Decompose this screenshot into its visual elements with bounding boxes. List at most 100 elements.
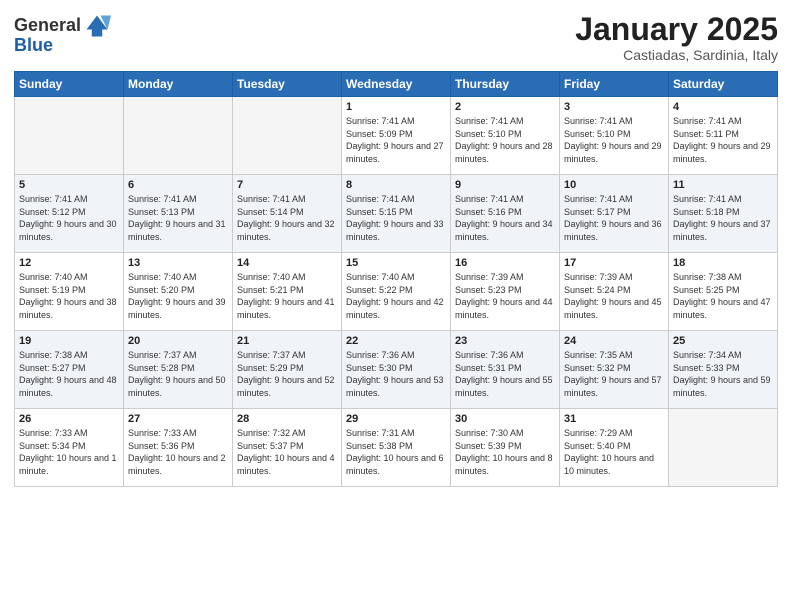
calendar-cell: 18 Sunrise: 7:38 AM Sunset: 5:25 PM Dayli… [669,253,778,331]
calendar-cell: 16 Sunrise: 7:39 AM Sunset: 5:23 PM Dayli… [451,253,560,331]
page: General Blue January 2025 Castiadas, Sar… [0,0,792,612]
month-title: January 2025 [575,12,778,47]
logo-general-text: General [14,16,81,36]
calendar-cell: 8Sunrise: 7:41 AM Sunset: 5:15 PM Daylig… [342,175,451,253]
day-number: 26 [19,413,119,425]
calendar-cell [233,97,342,175]
day-info: Sunrise: 7:34 AM Sunset: 5:33 PM Dayligh… [673,349,773,399]
calendar-cell: 31 Sunrise: 7:29 AM Sunset: 5:40 PM Dayli… [560,409,669,487]
day-info: Sunrise: 7:41 AM Sunset: 5:09 PM Dayligh… [346,115,446,165]
day-number: 13 [128,257,228,269]
logo-icon [83,12,111,40]
calendar-table: SundayMondayTuesdayWednesdayThursdayFrid… [14,71,778,487]
day-info: Sunrise: 7:32 AM Sunset: 5:37 PM Dayligh… [237,427,337,477]
calendar-cell: 23 Sunrise: 7:36 AM Sunset: 5:31 PM Dayli… [451,331,560,409]
weekday-header-friday: Friday [560,72,669,97]
calendar-week-row: 19Sunrise: 7:38 AM Sunset: 5:27 PM Dayli… [15,331,778,409]
day-number: 7 [237,179,337,191]
day-info: Sunrise: 7:41 AM Sunset: 5:12 PM Dayligh… [19,193,119,243]
calendar-cell: 14Sunrise: 7:40 AM Sunset: 5:21 PM Dayli… [233,253,342,331]
calendar-cell: 5Sunrise: 7:41 AM Sunset: 5:12 PM Daylig… [15,175,124,253]
calendar-cell: 29 Sunrise: 7:31 AM Sunset: 5:38 PM Dayli… [342,409,451,487]
calendar-cell: 19Sunrise: 7:38 AM Sunset: 5:27 PM Dayli… [15,331,124,409]
day-number: 21 [237,335,337,347]
day-number: 17 [564,257,664,269]
day-info: Sunrise: 7:30 AM Sunset: 5:39 PM Dayligh… [455,427,555,477]
calendar-cell: 4 Sunrise: 7:41 AM Sunset: 5:11 PM Daylig… [669,97,778,175]
day-number: 8 [346,179,446,191]
day-info: Sunrise: 7:41 AM Sunset: 5:18 PM Dayligh… [673,193,773,243]
day-number: 31 [564,413,664,425]
day-info: Sunrise: 7:39 AM Sunset: 5:24 PM Dayligh… [564,271,664,321]
title-block: January 2025 Castiadas, Sardinia, Italy [575,12,778,63]
day-info: Sunrise: 7:39 AM Sunset: 5:23 PM Dayligh… [455,271,555,321]
day-number: 27 [128,413,228,425]
day-number: 29 [346,413,446,425]
day-info: Sunrise: 7:29 AM Sunset: 5:40 PM Dayligh… [564,427,664,477]
calendar-cell: 10 Sunrise: 7:41 AM Sunset: 5:17 PM Dayli… [560,175,669,253]
day-number: 2 [455,101,555,113]
day-number: 4 [673,101,773,113]
day-info: Sunrise: 7:31 AM Sunset: 5:38 PM Dayligh… [346,427,446,477]
day-number: 12 [19,257,119,269]
calendar-cell: 26 Sunrise: 7:33 AM Sunset: 5:34 PM Dayli… [15,409,124,487]
weekday-header-row: SundayMondayTuesdayWednesdayThursdayFrid… [15,72,778,97]
calendar-cell: 20Sunrise: 7:37 AM Sunset: 5:28 PM Dayli… [124,331,233,409]
location-subtitle: Castiadas, Sardinia, Italy [575,47,778,63]
day-number: 3 [564,101,664,113]
calendar-cell: 1 Sunrise: 7:41 AM Sunset: 5:09 PM Daylig… [342,97,451,175]
calendar-week-row: 12Sunrise: 7:40 AM Sunset: 5:19 PM Dayli… [15,253,778,331]
day-number: 30 [455,413,555,425]
calendar-cell: 22Sunrise: 7:36 AM Sunset: 5:30 PM Dayli… [342,331,451,409]
day-number: 14 [237,257,337,269]
calendar-cell [124,97,233,175]
calendar-cell: 11 Sunrise: 7:41 AM Sunset: 5:18 PM Dayli… [669,175,778,253]
header: General Blue January 2025 Castiadas, Sar… [14,12,778,63]
day-number: 22 [346,335,446,347]
day-number: 9 [455,179,555,191]
calendar-cell [15,97,124,175]
day-info: Sunrise: 7:38 AM Sunset: 5:27 PM Dayligh… [19,349,119,399]
day-number: 11 [673,179,773,191]
day-info: Sunrise: 7:41 AM Sunset: 5:16 PM Dayligh… [455,193,555,243]
logo-blue-text: Blue [14,36,53,56]
day-number: 24 [564,335,664,347]
calendar-cell: 3 Sunrise: 7:41 AM Sunset: 5:10 PM Daylig… [560,97,669,175]
day-info: Sunrise: 7:36 AM Sunset: 5:31 PM Dayligh… [455,349,555,399]
day-info: Sunrise: 7:38 AM Sunset: 5:25 PM Dayligh… [673,271,773,321]
day-number: 23 [455,335,555,347]
day-info: Sunrise: 7:41 AM Sunset: 5:10 PM Dayligh… [455,115,555,165]
calendar-cell: 25 Sunrise: 7:34 AM Sunset: 5:33 PM Dayli… [669,331,778,409]
day-info: Sunrise: 7:37 AM Sunset: 5:29 PM Dayligh… [237,349,337,399]
calendar-cell: 17 Sunrise: 7:39 AM Sunset: 5:24 PM Dayli… [560,253,669,331]
day-number: 15 [346,257,446,269]
day-number: 6 [128,179,228,191]
calendar-week-row: 1 Sunrise: 7:41 AM Sunset: 5:09 PM Daylig… [15,97,778,175]
calendar-week-row: 5Sunrise: 7:41 AM Sunset: 5:12 PM Daylig… [15,175,778,253]
logo: General Blue [14,12,111,56]
calendar-cell [669,409,778,487]
day-number: 28 [237,413,337,425]
day-info: Sunrise: 7:33 AM Sunset: 5:36 PM Dayligh… [128,427,228,477]
calendar-cell: 21 Sunrise: 7:37 AM Sunset: 5:29 PM Dayli… [233,331,342,409]
calendar-cell: 12Sunrise: 7:40 AM Sunset: 5:19 PM Dayli… [15,253,124,331]
day-number: 10 [564,179,664,191]
day-number: 18 [673,257,773,269]
weekday-header-wednesday: Wednesday [342,72,451,97]
calendar-cell: 27 Sunrise: 7:33 AM Sunset: 5:36 PM Dayli… [124,409,233,487]
weekday-header-monday: Monday [124,72,233,97]
day-number: 20 [128,335,228,347]
calendar-cell: 28 Sunrise: 7:32 AM Sunset: 5:37 PM Dayli… [233,409,342,487]
day-info: Sunrise: 7:33 AM Sunset: 5:34 PM Dayligh… [19,427,119,477]
day-info: Sunrise: 7:41 AM Sunset: 5:11 PM Dayligh… [673,115,773,165]
day-number: 1 [346,101,446,113]
day-number: 25 [673,335,773,347]
calendar-cell: 15Sunrise: 7:40 AM Sunset: 5:22 PM Dayli… [342,253,451,331]
day-info: Sunrise: 7:41 AM Sunset: 5:13 PM Dayligh… [128,193,228,243]
calendar-cell: 13Sunrise: 7:40 AM Sunset: 5:20 PM Dayli… [124,253,233,331]
day-info: Sunrise: 7:41 AM Sunset: 5:10 PM Dayligh… [564,115,664,165]
weekday-header-saturday: Saturday [669,72,778,97]
day-info: Sunrise: 7:41 AM Sunset: 5:17 PM Dayligh… [564,193,664,243]
day-number: 16 [455,257,555,269]
day-info: Sunrise: 7:35 AM Sunset: 5:32 PM Dayligh… [564,349,664,399]
